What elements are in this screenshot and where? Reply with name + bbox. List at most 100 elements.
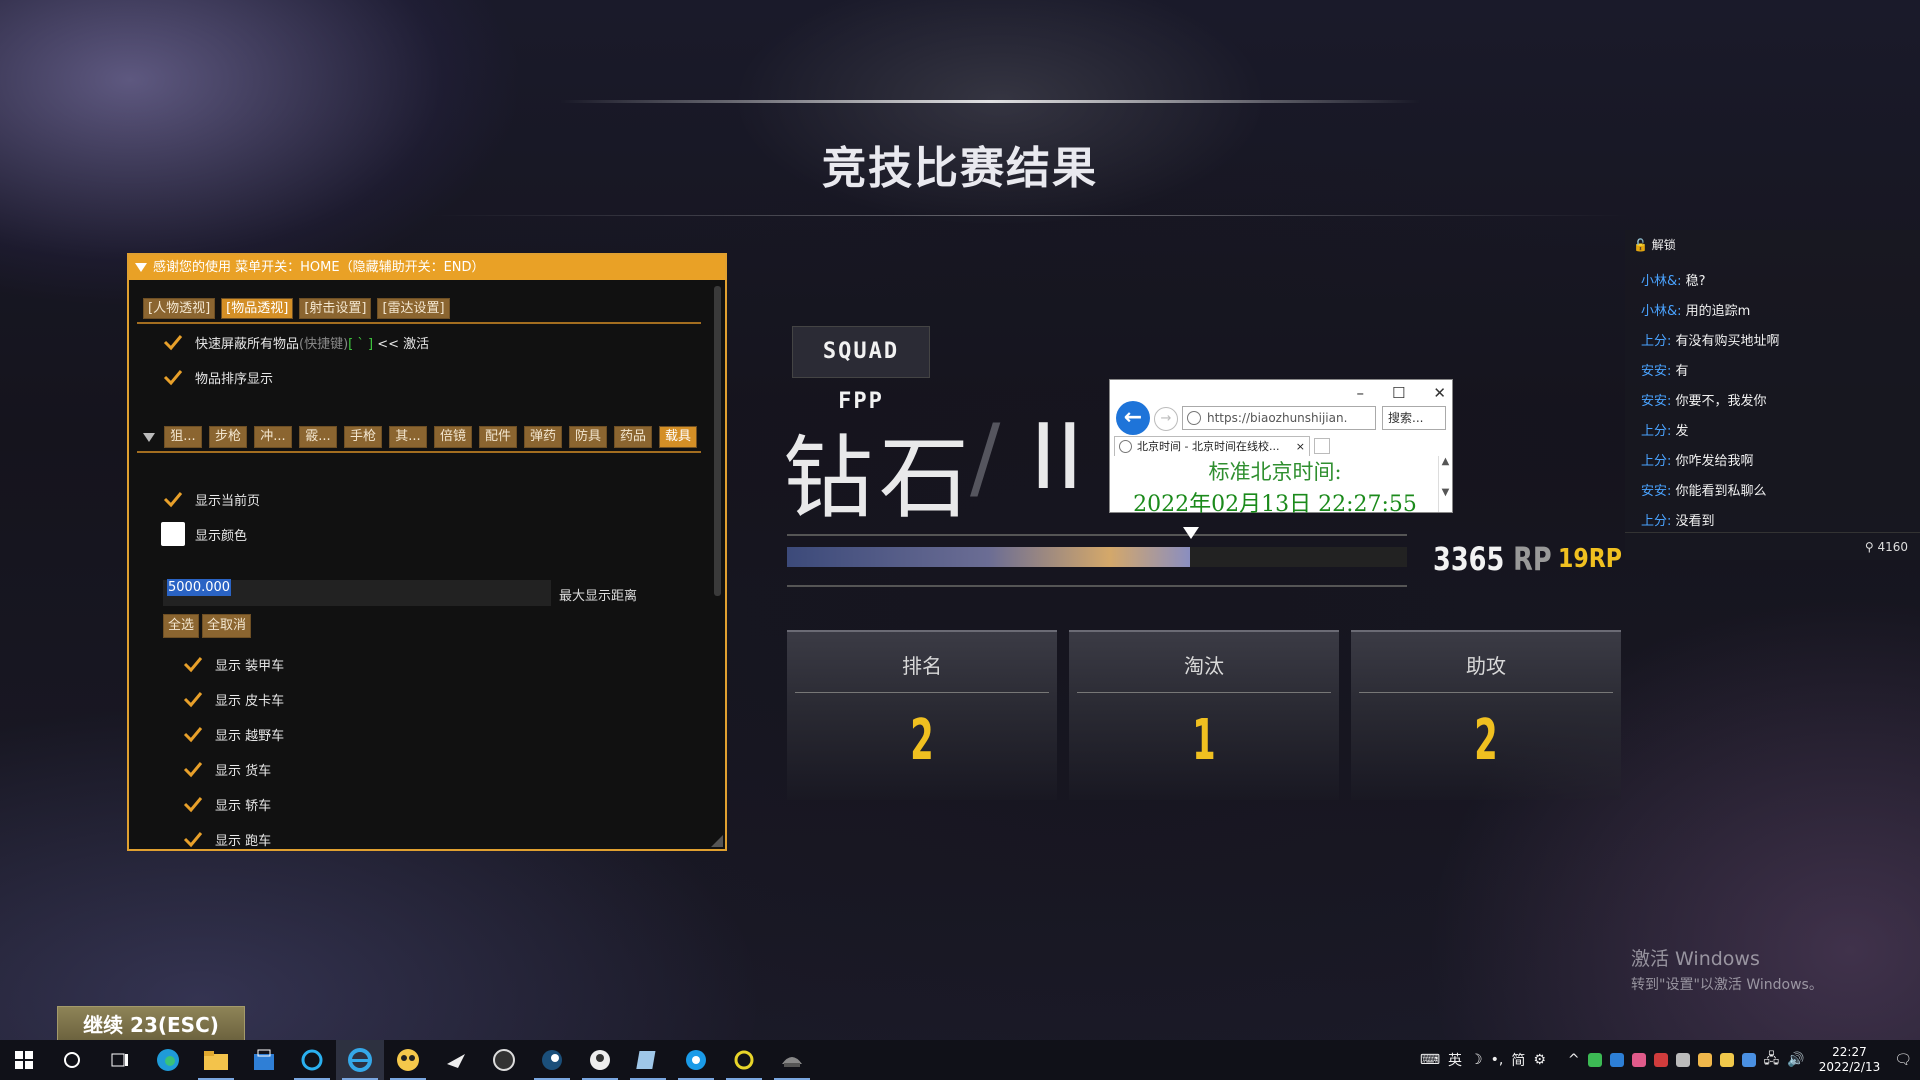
browser-window[interactable]: – ☐ ✕ ← → https://biaozhunshijian. 搜索...…: [1109, 379, 1453, 517]
chat-message: 上分: 没看到: [1641, 510, 1715, 529]
unlock-button[interactable]: 🔓 解锁: [1633, 236, 1676, 253]
moon-icon[interactable]: ☽: [1470, 1052, 1483, 1068]
chat-message: 小林&: 稳?: [1641, 270, 1706, 289]
cat-attachment[interactable]: 配件: [479, 426, 517, 448]
tray-v-icon[interactable]: [1609, 1053, 1624, 1067]
chat-text: 有: [1675, 364, 1689, 379]
pubg-icon[interactable]: [768, 1040, 816, 1080]
tab-player-esp[interactable]: [人物透视]: [143, 298, 216, 319]
vehicle-checkbox[interactable]: [181, 652, 205, 676]
overlay-menu-panel[interactable]: 感谢您的使用 菜单开关：HOME（隐藏辅助开关：END） [人物透视] [物品透…: [127, 253, 727, 851]
maximize-icon[interactable]: ☐: [1392, 384, 1405, 402]
browser-tab[interactable]: 北京时间 - 北京时间在线校... ×: [1114, 436, 1310, 456]
show-color-row: 显示颜色: [161, 522, 247, 546]
page-scrollbar[interactable]: ▲ ▼: [1438, 456, 1452, 512]
cat-vehicle[interactable]: 载具: [659, 426, 697, 448]
new-tab-icon[interactable]: [1314, 438, 1330, 454]
file-explorer-icon[interactable]: [192, 1040, 240, 1080]
chat-author: 小林&:: [1641, 304, 1682, 319]
steam-icon[interactable]: [528, 1040, 576, 1080]
vehicle-checkbox[interactable]: [181, 757, 205, 781]
tab-item-esp[interactable]: [物品透视]: [221, 298, 294, 319]
progress-marker-icon: [1183, 527, 1199, 539]
address-bar[interactable]: https://biaozhunshijian.: [1182, 406, 1376, 430]
tab-aim-settings[interactable]: [射击设置]: [299, 298, 372, 319]
scroll-up-icon[interactable]: ▲: [1439, 456, 1452, 467]
minimize-icon[interactable]: –: [1356, 384, 1364, 402]
volume-icon[interactable]: 🔊: [1787, 1052, 1804, 1068]
tab-radar-settings[interactable]: [雷达设置]: [377, 298, 450, 319]
vehicle-checkbox[interactable]: [181, 792, 205, 816]
tray-app-icon[interactable]: [1631, 1053, 1646, 1067]
vehicle-checkbox[interactable]: [181, 687, 205, 711]
cat-pistol[interactable]: 手枪: [344, 426, 382, 448]
resize-grip-icon[interactable]: [711, 835, 723, 847]
punctuation-icon[interactable]: •,: [1491, 1052, 1504, 1068]
start-icon[interactable]: [0, 1040, 48, 1080]
color-swatch[interactable]: [161, 522, 185, 546]
app-q-icon[interactable]: [672, 1040, 720, 1080]
search-box[interactable]: 搜索...: [1382, 406, 1446, 430]
app-blue-icon[interactable]: [288, 1040, 336, 1080]
close-icon[interactable]: ✕: [1433, 384, 1446, 402]
clock[interactable]: 22:27 2022/2/13: [1819, 1045, 1881, 1075]
ime-mode[interactable]: 英: [1448, 1050, 1462, 1070]
cat-smg[interactable]: 冲...: [254, 426, 292, 448]
back-arrow-icon[interactable]: ←: [1116, 401, 1150, 435]
collapse-icon[interactable]: [135, 263, 147, 272]
chevron-up-icon[interactable]: ^: [1568, 1052, 1580, 1068]
app-book-icon[interactable]: [624, 1040, 672, 1080]
chat-text: 用的追踪m: [1685, 304, 1751, 319]
cat-ammo[interactable]: 弹药: [524, 426, 562, 448]
app-plane-icon[interactable]: [432, 1040, 480, 1080]
settings-gear-icon[interactable]: ⚙: [1533, 1052, 1546, 1068]
forward-arrow-icon[interactable]: →: [1154, 407, 1178, 431]
store-icon[interactable]: [240, 1040, 288, 1080]
obs-icon[interactable]: [480, 1040, 528, 1080]
continue-button[interactable]: 继续 23(ESC): [57, 1006, 245, 1043]
show-current-row: 显示当前页: [161, 487, 260, 511]
max-distance-input[interactable]: 5000.000: [163, 579, 551, 606]
game-mode-badge: SQUAD FPP: [792, 326, 930, 414]
tray-app-icon[interactable]: [1719, 1053, 1734, 1067]
ime-simplified[interactable]: 简: [1511, 1050, 1525, 1070]
edge-icon[interactable]: [144, 1040, 192, 1080]
keyboard-icon[interactable]: ⌨: [1420, 1052, 1440, 1068]
quick-hide-checkbox[interactable]: [161, 330, 185, 354]
vehicle-checkbox[interactable]: [181, 827, 205, 851]
scroll-down-icon[interactable]: ▼: [1439, 487, 1452, 498]
app-ring-icon[interactable]: [720, 1040, 768, 1080]
panel-header[interactable]: 感谢您的使用 菜单开关：HOME（隐藏辅助开关：END）: [129, 255, 725, 280]
cat-medicine[interactable]: 药品: [614, 426, 652, 448]
vehicle-checkbox[interactable]: [181, 722, 205, 746]
tray-app-icon[interactable]: [1697, 1053, 1712, 1067]
cortana-search-icon[interactable]: [48, 1040, 96, 1080]
panel-scrollbar[interactable]: [714, 286, 721, 596]
app-circle-icon[interactable]: [576, 1040, 624, 1080]
select-all-button[interactable]: 全选: [163, 614, 200, 638]
show-current-label: 显示当前页: [195, 493, 261, 509]
cat-armor[interactable]: 防具: [569, 426, 607, 448]
sort-checkbox[interactable]: [161, 365, 185, 389]
cat-scope[interactable]: 倍镜: [434, 426, 472, 448]
deselect-all-button[interactable]: 全取消: [202, 614, 252, 638]
progress-guide-line: [787, 585, 1407, 587]
network-icon[interactable]: 🖧: [1764, 1048, 1780, 1072]
task-view-icon[interactable]: [96, 1040, 144, 1080]
show-current-checkbox[interactable]: [161, 487, 185, 511]
game-avatar-icon[interactable]: [384, 1040, 432, 1080]
notifications-icon[interactable]: 🗨: [1894, 1052, 1912, 1068]
cat-other[interactable]: 其...: [389, 426, 427, 448]
tray-steam-icon[interactable]: [1741, 1053, 1756, 1067]
tray-app-icon[interactable]: [1587, 1053, 1602, 1067]
vehicle-label: 显示 装甲车: [215, 658, 285, 674]
cat-shotgun[interactable]: 霰...: [299, 426, 337, 448]
tray-app-icon[interactable]: [1653, 1053, 1668, 1067]
tab-close-icon[interactable]: ×: [1296, 437, 1305, 456]
microphone-icon[interactable]: [1675, 1053, 1690, 1067]
cat-sniper[interactable]: 狙...: [164, 426, 202, 448]
ie-icon[interactable]: [336, 1040, 384, 1080]
chat-author: 小林&:: [1641, 274, 1682, 289]
category-collapse-icon[interactable]: [143, 432, 155, 442]
cat-rifle[interactable]: 步枪: [209, 426, 247, 448]
